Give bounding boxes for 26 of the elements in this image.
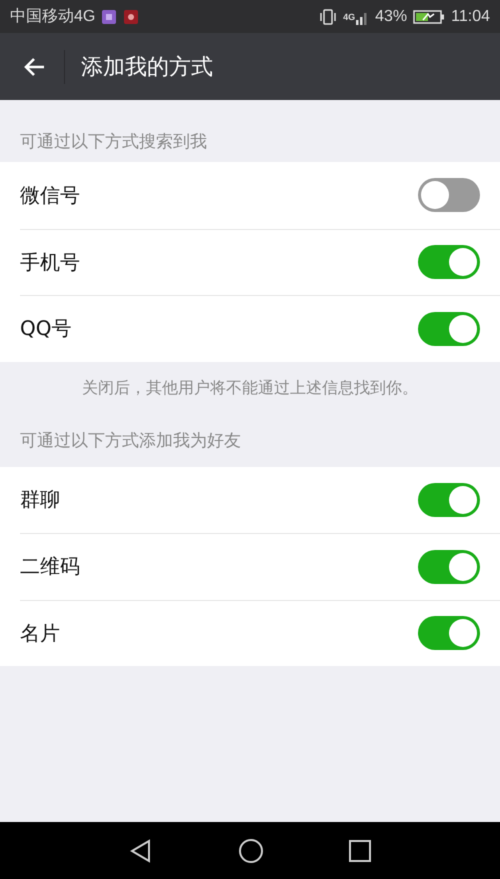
toggle-switch[interactable] — [418, 245, 480, 280]
toggle-switch[interactable] — [418, 312, 480, 346]
section-label: 可通过以下方式添加我为好友 — [20, 430, 241, 452]
app-notification-icon — [123, 8, 140, 24]
network-type: 4G — [343, 12, 356, 22]
setting-label: 名片 — [20, 620, 60, 647]
clock: 11:04 — [451, 8, 490, 26]
vibrate-icon — [319, 8, 338, 26]
setting-label: 二维码 — [20, 553, 80, 580]
recents-icon[interactable] — [348, 838, 372, 862]
toggle-switch[interactable] — [418, 482, 480, 517]
battery-charging-icon — [413, 8, 446, 24]
page-title: 添加我的方式 — [81, 54, 213, 82]
app-notification-icon — [101, 8, 118, 24]
toggle-switch[interactable] — [418, 550, 480, 584]
setting-label: 微信号 — [20, 182, 80, 209]
section-label: 可通过以下方式搜索到我 — [20, 131, 207, 153]
home-icon[interactable] — [238, 838, 264, 864]
hint-text: 关闭后，其他用户将不能通过上述信息找到你。 — [82, 378, 418, 398]
setting-label: 群聊 — [20, 486, 60, 514]
setting-label: QQ号 — [20, 315, 72, 342]
toggle-switch[interactable] — [418, 616, 480, 650]
toggle-switch[interactable] — [418, 178, 480, 212]
setting-label: 手机号 — [20, 248, 80, 276]
battery-percent: 43% — [375, 8, 408, 26]
carrier-name: 中国移动4G — [10, 6, 96, 27]
